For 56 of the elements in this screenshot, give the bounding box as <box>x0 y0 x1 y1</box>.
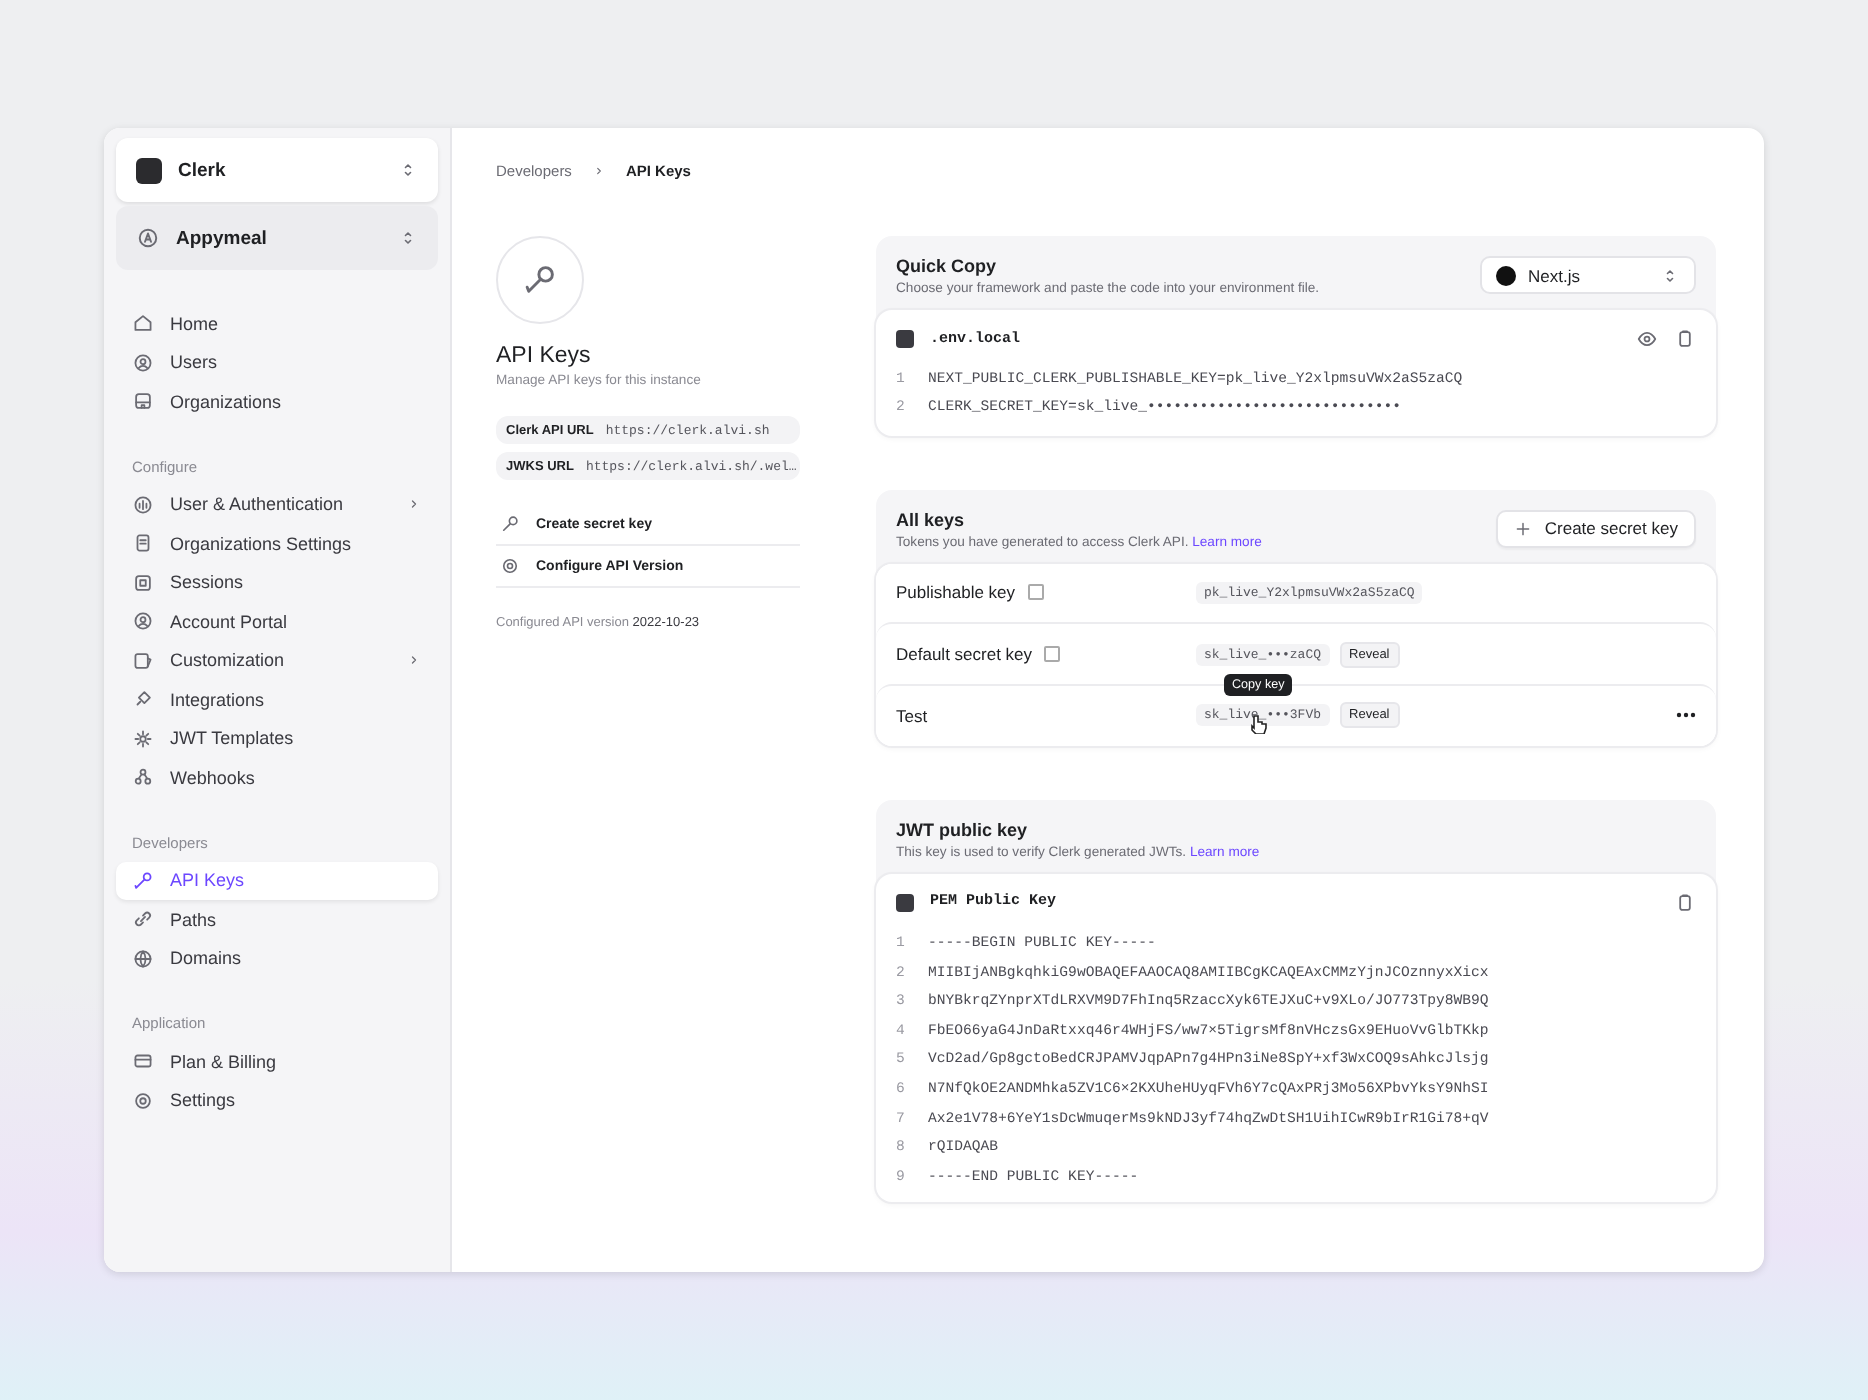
document-icon <box>132 532 154 555</box>
home-icon <box>132 312 154 335</box>
grid-icon <box>132 571 154 594</box>
chevron-right-icon <box>406 652 422 669</box>
panel-title: All keys <box>896 509 967 530</box>
file-type-icon <box>896 330 914 348</box>
panel-title: Quick Copy <box>896 256 999 276</box>
nav-item[interactable]: Organizations Settings <box>116 524 438 563</box>
nav-item[interactable]: Paths <box>116 900 438 939</box>
nav-item[interactable]: Customization <box>116 641 438 680</box>
nav-item[interactable]: User & Authentication <box>116 485 438 524</box>
key-name: Default secret key <box>896 644 1033 665</box>
nav-item[interactable]: Settings <box>116 1081 438 1120</box>
nav-item[interactable]: Domains <box>116 939 438 978</box>
key-name: Test <box>896 705 928 726</box>
nav-item[interactable]: Integrations <box>116 680 438 719</box>
clipboard-icon <box>1674 328 1696 350</box>
clipboard-icon <box>1674 891 1696 914</box>
key-icon <box>132 869 154 892</box>
more-icon[interactable] <box>1676 712 1696 719</box>
nav-item[interactable]: Webhooks <box>116 758 438 797</box>
file-type-icon <box>896 893 914 912</box>
webhook-icon <box>132 766 154 789</box>
nav-item[interactable]: JWT Templates <box>116 719 438 758</box>
nav-item[interactable]: Sessions <box>116 563 438 602</box>
palette-icon <box>132 649 154 672</box>
building-icon <box>132 390 154 413</box>
eye-icon <box>1636 328 1658 350</box>
user-circle-icon <box>132 610 154 633</box>
application-switcher[interactable]: Appymeal <box>116 206 438 270</box>
framework-logo-icon <box>1496 265 1516 285</box>
key-icon <box>500 514 520 534</box>
nav-item[interactable]: Plan & Billing <box>116 1042 438 1081</box>
panel-title: JWT public key <box>896 819 1030 840</box>
link-icon <box>132 908 154 931</box>
credit-card-icon <box>132 1050 154 1073</box>
chevron-right-icon <box>406 496 422 513</box>
user-circle-icon <box>132 351 154 374</box>
plus-icon <box>1514 519 1533 538</box>
chevron-right-icon <box>591 164 606 178</box>
nav-item[interactable]: Home <box>116 304 438 343</box>
nav-item[interactable]: Account Portal <box>116 602 438 641</box>
organization-switcher[interactable]: Clerk <box>116 138 438 202</box>
key-icon <box>522 262 558 298</box>
key-name: Publishable key <box>896 582 1016 603</box>
globe-icon <box>132 947 154 970</box>
create-secret-key-button[interactable]: Create secret key <box>1496 509 1696 548</box>
page-title: API Keys <box>496 344 593 368</box>
info-icon <box>1044 646 1061 663</box>
nav-item[interactable]: API Keys <box>116 861 438 900</box>
nav-item[interactable]: Organizations <box>116 382 438 421</box>
organization-logo-icon <box>136 157 162 183</box>
app-logo-icon <box>136 226 160 250</box>
framework-select[interactable]: Next.js <box>1480 256 1696 294</box>
info-icon <box>1027 584 1044 601</box>
nav-item[interactable]: Users <box>116 343 438 382</box>
